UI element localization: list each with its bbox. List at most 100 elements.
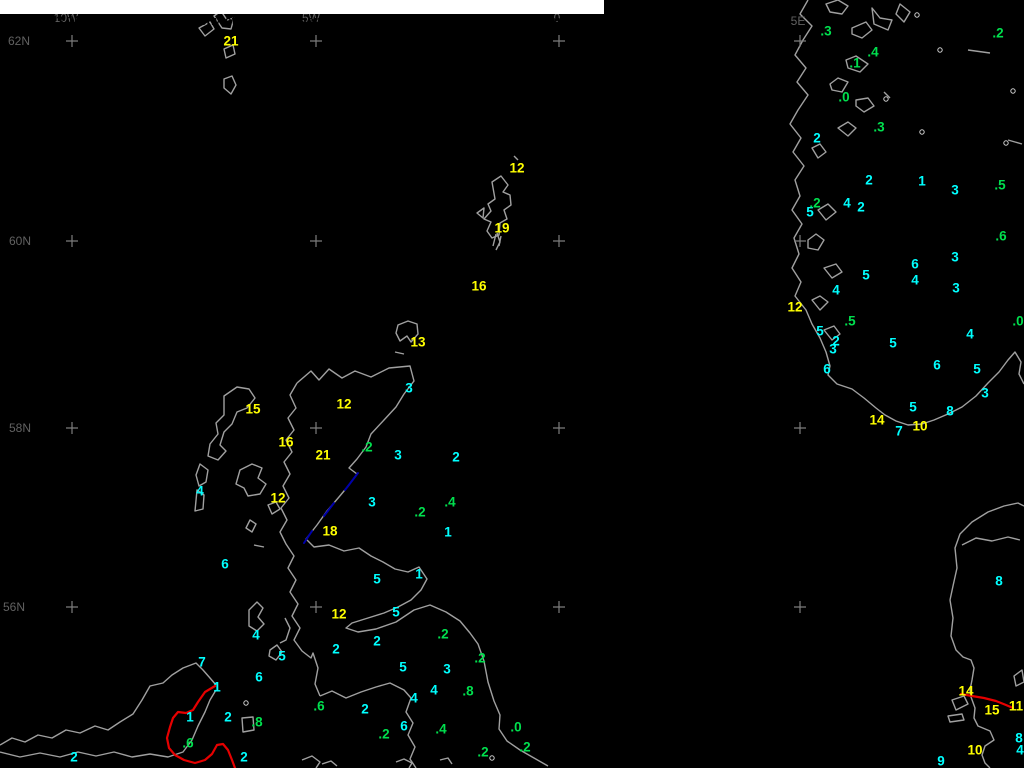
station-value: 1 bbox=[186, 710, 194, 725]
coastline bbox=[824, 264, 842, 278]
station-value: 15 bbox=[245, 402, 261, 417]
grid-label-longitude: 5E bbox=[791, 14, 806, 28]
station-value: 6 bbox=[400, 719, 408, 734]
coastline bbox=[0, 663, 216, 745]
station-circle-icon bbox=[244, 701, 248, 705]
grid-cross-icon bbox=[66, 35, 78, 47]
station-value: 15 bbox=[984, 703, 1000, 718]
grid-cross-icon bbox=[794, 422, 806, 434]
station-value: 4 bbox=[1016, 743, 1024, 758]
station-value: 6 bbox=[255, 670, 263, 685]
coastline bbox=[302, 756, 320, 768]
title-bar: SAM 03.10.09 06:00 UTC Bodenwettermeldun… bbox=[0, 0, 604, 14]
station-value: 4 bbox=[832, 283, 840, 298]
station-value: .2 bbox=[809, 196, 820, 211]
station-circle-icon bbox=[1011, 89, 1015, 93]
station-circles-layer bbox=[244, 13, 1015, 760]
station-value: 21 bbox=[223, 34, 239, 49]
station-value: 5 bbox=[862, 268, 870, 283]
fronts-layer bbox=[167, 473, 1013, 768]
station-value: .5 bbox=[844, 314, 856, 329]
station-value: 2 bbox=[70, 750, 78, 765]
station-value: 8 bbox=[995, 574, 1003, 589]
station-value: .1 bbox=[849, 56, 861, 71]
station-value: 12 bbox=[787, 300, 802, 315]
station-value: 16 bbox=[278, 435, 294, 450]
station-value: 12 bbox=[336, 397, 351, 412]
station-value: 3 bbox=[405, 381, 413, 396]
station-value: 3 bbox=[394, 448, 402, 463]
station-value: .4 bbox=[444, 495, 456, 510]
station-value: 6 bbox=[221, 557, 229, 572]
station-value: 5 bbox=[909, 400, 917, 415]
coastline bbox=[872, 8, 892, 30]
station-value: .6 bbox=[313, 699, 325, 714]
coastline bbox=[856, 98, 874, 112]
grid-cross-icon bbox=[553, 601, 565, 613]
stations-layer: 2112191613121516211218121214101415111033… bbox=[70, 24, 1024, 768]
coastline bbox=[950, 503, 1024, 600]
coastline bbox=[440, 758, 452, 764]
station-value: 18 bbox=[322, 524, 338, 539]
station-value: .6 bbox=[182, 736, 194, 751]
grid-cross-icon bbox=[553, 422, 565, 434]
grid-cross-icon bbox=[794, 601, 806, 613]
station-value: 7 bbox=[198, 655, 206, 670]
station-value: 1 bbox=[415, 567, 423, 582]
station-value: 2 bbox=[361, 702, 369, 717]
grid-layer: 10W5W05E62N60N58N56N bbox=[3, 11, 806, 614]
station-value: .0 bbox=[510, 720, 521, 735]
station-value: 2 bbox=[857, 200, 865, 215]
station-value: 2 bbox=[813, 131, 821, 146]
station-circle-icon bbox=[920, 130, 924, 134]
station-value: .4 bbox=[435, 722, 447, 737]
station-value: 3 bbox=[368, 495, 376, 510]
station-value: 5 bbox=[889, 336, 897, 351]
coastline bbox=[280, 383, 320, 696]
station-value: 1 bbox=[444, 525, 452, 540]
coastline bbox=[1014, 670, 1024, 686]
station-value: 6 bbox=[823, 362, 831, 377]
station-circle-icon bbox=[884, 97, 888, 101]
station-circle-icon bbox=[1004, 141, 1008, 145]
station-value: 21 bbox=[315, 448, 331, 463]
station-value: .2 bbox=[437, 627, 448, 642]
station-value: 1 bbox=[213, 680, 221, 695]
grid-cross-icon bbox=[310, 422, 322, 434]
coastline bbox=[1008, 140, 1022, 144]
coastline bbox=[395, 352, 404, 354]
station-value: 3 bbox=[829, 342, 837, 357]
coastline bbox=[812, 296, 828, 310]
coastline bbox=[818, 204, 836, 220]
front-line-red bbox=[167, 686, 235, 768]
station-value: 10 bbox=[967, 743, 982, 758]
station-value: 19 bbox=[494, 221, 509, 236]
station-value: 2 bbox=[452, 450, 460, 465]
station-circle-icon bbox=[915, 13, 919, 17]
coastline bbox=[896, 4, 910, 22]
station-value: 4 bbox=[430, 683, 438, 698]
coastline bbox=[852, 22, 872, 38]
grid-cross-icon bbox=[310, 35, 322, 47]
grid-cross-icon bbox=[553, 235, 565, 247]
coastline bbox=[280, 618, 290, 643]
title-text: SAM 03.10.09 06:00 UTC Bodenwettermeldun… bbox=[16, 13, 598, 28]
station-value: 12 bbox=[509, 161, 524, 176]
station-value: .8 bbox=[251, 715, 263, 730]
station-value: 2 bbox=[240, 750, 248, 765]
grid-cross-icon bbox=[553, 35, 565, 47]
station-value: .0 bbox=[1012, 314, 1023, 329]
grid-cross-icon bbox=[66, 235, 78, 247]
coastlines-layer bbox=[0, 0, 1024, 768]
station-value: 3 bbox=[952, 281, 960, 296]
station-value: 13 bbox=[410, 335, 426, 350]
station-value: 7 bbox=[895, 424, 903, 439]
coastline bbox=[254, 545, 264, 547]
station-value: .2 bbox=[414, 505, 425, 520]
station-value: .2 bbox=[361, 440, 372, 455]
coastline bbox=[224, 76, 236, 94]
station-value: 2 bbox=[332, 642, 340, 657]
station-value: 3 bbox=[981, 386, 989, 401]
station-value: .3 bbox=[873, 120, 885, 135]
station-value: .2 bbox=[378, 727, 389, 742]
